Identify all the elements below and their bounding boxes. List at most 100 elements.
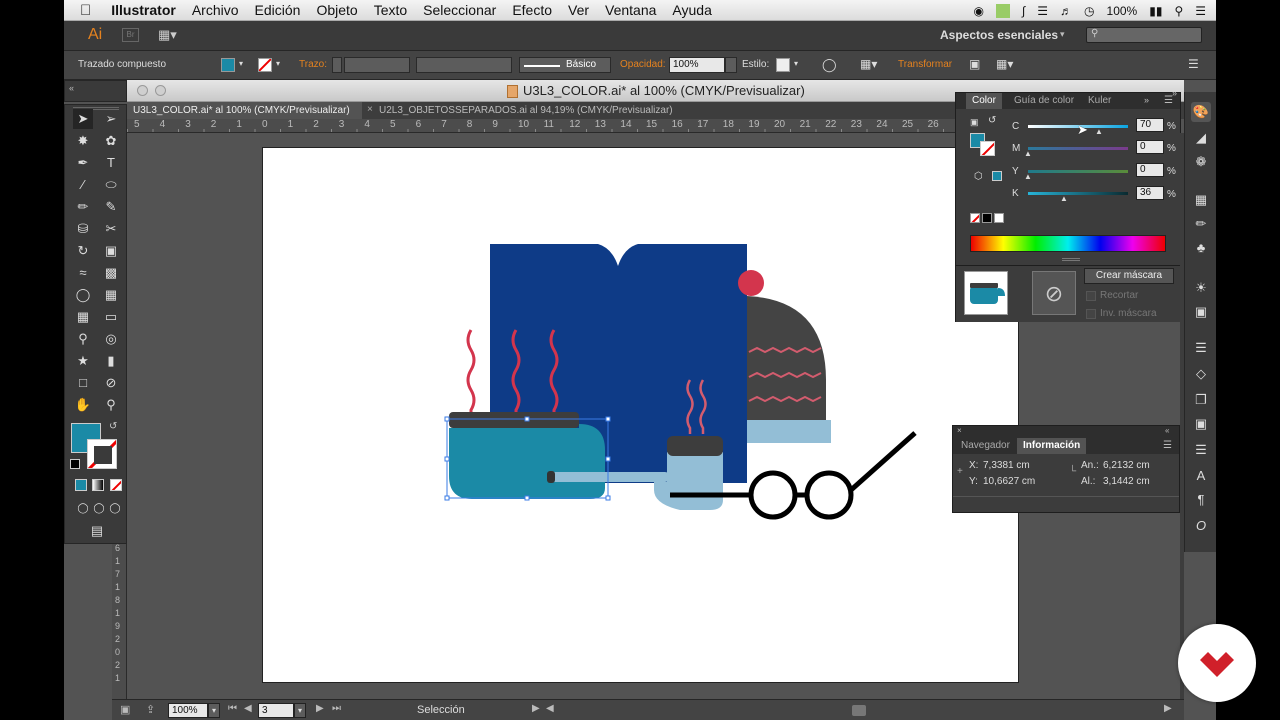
clip-checkbox[interactable] <box>1086 291 1096 301</box>
paintbrush-icon[interactable]: ✏ <box>73 197 93 217</box>
hand-tool-icon[interactable]: ✋ <box>73 395 93 415</box>
mug-lid[interactable] <box>449 412 579 428</box>
pipe-stem[interactable] <box>550 472 670 482</box>
artboard-dropdown-icon[interactable]: ▾ <box>294 703 306 718</box>
column-graph-icon[interactable]: ▮ <box>101 351 121 371</box>
symbols-icon[interactable]: ♣ <box>1191 238 1211 258</box>
closest-web-color-swatch[interactable] <box>992 171 1002 181</box>
black-swatch[interactable] <box>982 213 992 223</box>
stroke-panel-icon[interactable]: ☰ <box>1191 338 1211 358</box>
lasso-icon[interactable]: ✿ <box>101 131 121 151</box>
selection-tool-icon[interactable]: ➤ <box>73 109 93 129</box>
vertical-scrollbar[interactable] <box>1180 133 1184 699</box>
share-icon[interactable]: ⇪ <box>146 703 155 716</box>
channel-k-field[interactable]: 36 <box>1136 186 1164 200</box>
tab-color[interactable]: Color <box>966 93 1002 109</box>
panel-swap-icon[interactable]: ↺ <box>988 115 996 126</box>
mesh-tool-icon[interactable]: ▦ <box>73 307 93 327</box>
none-mode-button[interactable] <box>110 479 122 491</box>
channel-m-field[interactable]: 0 <box>1136 140 1164 154</box>
shape-builder-icon[interactable]: ◯ <box>73 285 93 305</box>
none-swatch[interactable] <box>970 213 980 223</box>
ellipse-tool-icon[interactable]: ⬭ <box>101 175 121 195</box>
blend-tool-icon[interactable]: ◎ <box>101 329 121 349</box>
next-artboard-icon[interactable]: ▶ <box>316 703 324 714</box>
perspective-grid-icon[interactable]: ▦ <box>101 285 121 305</box>
info-panel-close-icon[interactable]: × <box>957 426 962 435</box>
slice-tool-icon[interactable]: ⊘ <box>101 373 121 393</box>
glasses-lens-right[interactable] <box>804 470 854 520</box>
color-panel-icon[interactable]: 🎨 <box>1191 102 1211 122</box>
symbol-sprayer-icon[interactable]: ★ <box>73 351 93 371</box>
status-scroll-left-icon[interactable]: ◀ <box>546 703 554 714</box>
info-panel-menu-icon[interactable]: ☰ <box>1163 440 1172 451</box>
last-artboard-icon[interactable]: ⏭ <box>332 703 341 714</box>
channel-k-thumb[interactable]: ▲ <box>1060 194 1068 203</box>
tab-navegador[interactable]: Navegador <box>955 438 1016 454</box>
opentype-icon[interactable]: O <box>1191 516 1211 536</box>
invert-mask-checkbox[interactable] <box>1086 309 1096 319</box>
channel-m-thumb[interactable]: ▲ <box>1024 149 1032 158</box>
object-thumbnail[interactable] <box>964 271 1008 315</box>
artboards-icon[interactable]: ❐ <box>1191 390 1211 410</box>
align-panel-icon[interactable]: ☰ <box>1191 440 1211 460</box>
transform-panel-icon[interactable]: ▣ <box>1191 414 1211 434</box>
tab-guia-de-color[interactable]: Guía de color <box>1008 93 1080 109</box>
panel-resize-grip[interactable] <box>1062 258 1080 261</box>
pencil-icon[interactable]: ✎ <box>101 197 121 217</box>
panel-expand-icon[interactable]: » <box>1144 95 1149 105</box>
channel-y-slider[interactable] <box>1028 170 1128 173</box>
screen-mode-icon[interactable]: ▤ <box>87 521 107 541</box>
mug-body[interactable] <box>449 424 605 499</box>
zoom-field[interactable]: 100% <box>168 703 208 718</box>
color-guide-icon[interactable]: ◢ <box>1191 128 1211 148</box>
scale-tool-icon[interactable]: ▣ <box>101 241 121 261</box>
line-tool-icon[interactable]: ∕ <box>73 175 93 195</box>
previous-artboard-icon[interactable]: ◀ <box>244 703 252 714</box>
panel-default-icon[interactable]: ▣ <box>970 117 979 128</box>
zoom-dropdown-icon[interactable]: ▾ <box>208 703 220 718</box>
tab-kuler[interactable]: Kuler <box>1082 93 1117 109</box>
free-transform-icon[interactable]: ▩ <box>101 263 121 283</box>
direct-selection-tool-icon[interactable]: ➢ <box>101 109 121 129</box>
appearance-icon[interactable]: ☀ <box>1191 278 1211 298</box>
channel-c-field[interactable]: 70 <box>1136 118 1164 132</box>
swap-colors-icon[interactable]: ↺ <box>109 421 117 432</box>
channel-y-thumb[interactable]: ▲ <box>1024 172 1032 181</box>
draw-inside-icon[interactable]: ◯ <box>105 499 125 519</box>
tools-collapse-icon[interactable]: « <box>69 83 74 93</box>
swatches-icon[interactable]: ▦ <box>1191 190 1211 210</box>
channel-m-slider[interactable] <box>1028 147 1128 150</box>
stroke-color-box[interactable] <box>87 439 117 469</box>
color-spectrum-bar[interactable] <box>970 235 1166 252</box>
white-swatch[interactable] <box>994 213 1004 223</box>
layers-icon[interactable]: ◇ <box>1191 364 1211 384</box>
graphic-styles-icon[interactable]: ▣ <box>1191 302 1211 322</box>
horizontal-scrollbar-thumb[interactable] <box>852 705 866 716</box>
type-tool-icon[interactable]: T <box>101 153 121 173</box>
blob-brush-icon[interactable]: ⛁ <box>73 219 93 239</box>
zoom-tool-icon[interactable]: ⚲ <box>101 395 121 415</box>
dock-collapse-icon[interactable]: » <box>1172 88 1177 98</box>
info-panel-collapse-icon[interactable]: « <box>1165 426 1169 435</box>
status-menu-icon[interactable]: ▶ <box>532 703 540 714</box>
character-icon[interactable]: A <box>1191 466 1211 486</box>
tab-informacion[interactable]: Información <box>1017 438 1087 454</box>
eyedropper-icon[interactable]: ⚲ <box>73 329 93 349</box>
color-mode-button[interactable] <box>75 479 87 491</box>
panel-stroke-swatch[interactable] <box>980 141 995 156</box>
out-of-gamut-icon[interactable]: ⬡ <box>974 171 983 182</box>
hat-brim[interactable] <box>747 420 831 443</box>
scissors-icon[interactable]: ✂ <box>101 219 121 239</box>
first-artboard-icon[interactable]: ⏮ <box>228 703 237 714</box>
hat-pompom[interactable] <box>738 270 764 296</box>
rotate-tool-icon[interactable]: ↻ <box>73 241 93 261</box>
pen-tool-icon[interactable]: ✒ <box>73 153 93 173</box>
channel-y-field[interactable]: 0 <box>1136 163 1164 177</box>
glasses-lens-left[interactable] <box>748 470 798 520</box>
artboard-nav-icon[interactable]: ▣ <box>120 703 130 716</box>
default-colors-icon[interactable] <box>70 459 80 469</box>
status-scroll-right-icon[interactable]: ▶ <box>1164 703 1172 714</box>
artboard-number-field[interactable]: 3 <box>258 703 294 718</box>
mask-thumbnail[interactable]: ⊘ <box>1032 271 1076 315</box>
